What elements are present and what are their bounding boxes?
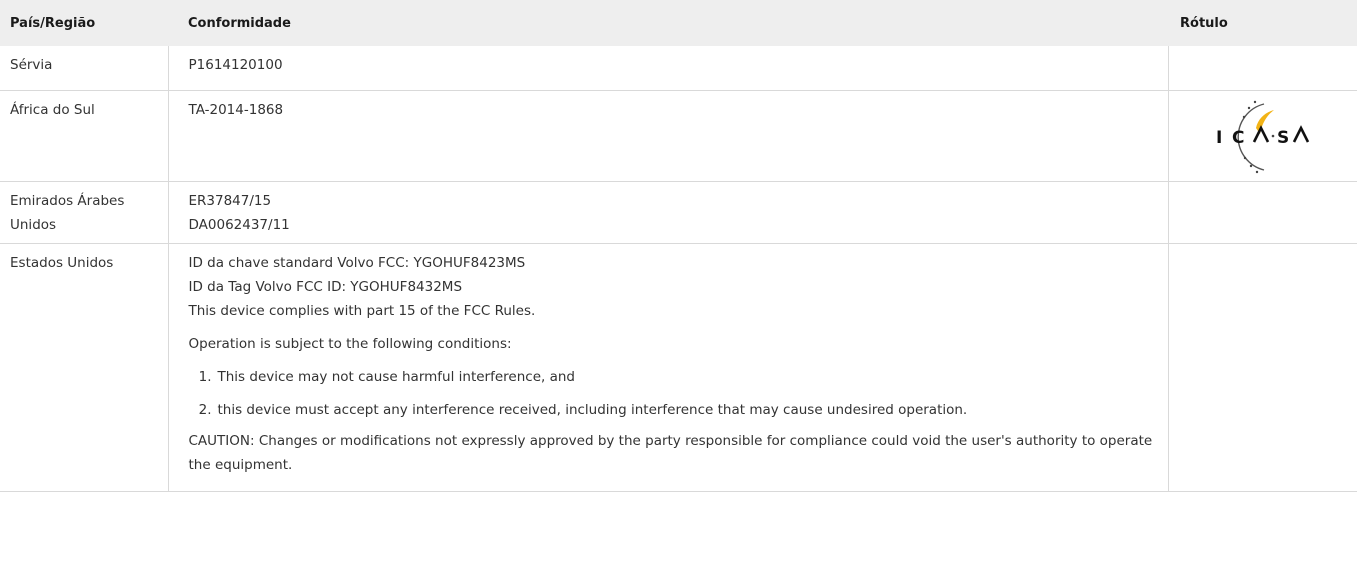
compliance-line: ID da chave standard Volvo FCC: YGOHUF84… <box>188 255 526 271</box>
list-item: 1. This device may not cause harmful int… <box>189 365 1168 389</box>
country-cell: Emirados Árabes Unidos <box>0 181 169 244</box>
header-label: Rótulo <box>1168 0 1357 46</box>
svg-text:I: I <box>1216 128 1222 148</box>
list-item-number: 1. <box>198 369 212 385</box>
header-row: País/Região Conformidade Rótulo <box>0 0 1357 46</box>
compliance-cell: TA-2014-1868 <box>168 90 1169 182</box>
country-cell: Estados Unidos <box>0 243 169 492</box>
table-row: Estados Unidos ID da chave standard Volv… <box>0 243 1357 492</box>
compliance-line: This device complies with part 15 of the… <box>188 303 536 319</box>
icasa-logo: I C S <box>1169 91 1357 181</box>
conditions-intro: Operation is subject to the following co… <box>188 336 512 352</box>
list-item-text: This device may not cause harmful interf… <box>217 369 575 385</box>
compliance-cell: ER37847/15 DA0062437/11 <box>168 181 1169 244</box>
compliance-line: DA0062437/11 <box>188 217 290 233</box>
label-cell <box>1168 181 1357 244</box>
table-row: Emirados Árabes Unidos ER37847/15 DA0062… <box>0 181 1357 244</box>
label-cell <box>1168 46 1357 91</box>
list-item-number: 2. <box>198 402 212 418</box>
header-country: País/Região <box>0 0 168 46</box>
svg-text:S: S <box>1277 128 1289 148</box>
table-body: Sérvia P1614120100 África do Sul TA-2014… <box>0 46 1357 492</box>
table-row: África do Sul TA-2014-1868 I C S <box>0 90 1357 182</box>
table-header: País/Região Conformidade Rótulo <box>0 0 1357 46</box>
compliance-line: P1614120100 <box>188 57 283 73</box>
header-compliance: Conformidade <box>168 0 1168 46</box>
label-cell <box>1168 243 1357 492</box>
compliance-table: País/Região Conformidade Rótulo Sérvia P… <box>0 0 1357 492</box>
svg-text:C: C <box>1232 128 1244 148</box>
table-row: Sérvia P1614120100 <box>0 46 1357 91</box>
compliance-cell: ID da chave standard Volvo FCC: YGOHUF84… <box>168 243 1169 492</box>
compliance-line: ID da Tag Volvo FCC ID: YGOHUF8432MS <box>188 279 463 295</box>
compliance-cell: P1614120100 <box>168 46 1169 91</box>
caution-text: CAUTION: Changes or modifications not ex… <box>188 433 1153 473</box>
country-cell: Sérvia <box>0 46 169 91</box>
compliance-line: TA-2014-1868 <box>188 102 284 118</box>
conditions-list: 1. This device may not cause harmful int… <box>189 365 1168 422</box>
label-cell: I C S <box>1168 90 1357 182</box>
icasa-logo-icon: I C S <box>1216 100 1309 174</box>
list-item-text: this device must accept any interference… <box>217 402 968 418</box>
list-item: 2. this device must accept any interfere… <box>189 398 1168 422</box>
compliance-line: ER37847/15 <box>188 193 272 209</box>
country-cell: África do Sul <box>0 90 169 182</box>
